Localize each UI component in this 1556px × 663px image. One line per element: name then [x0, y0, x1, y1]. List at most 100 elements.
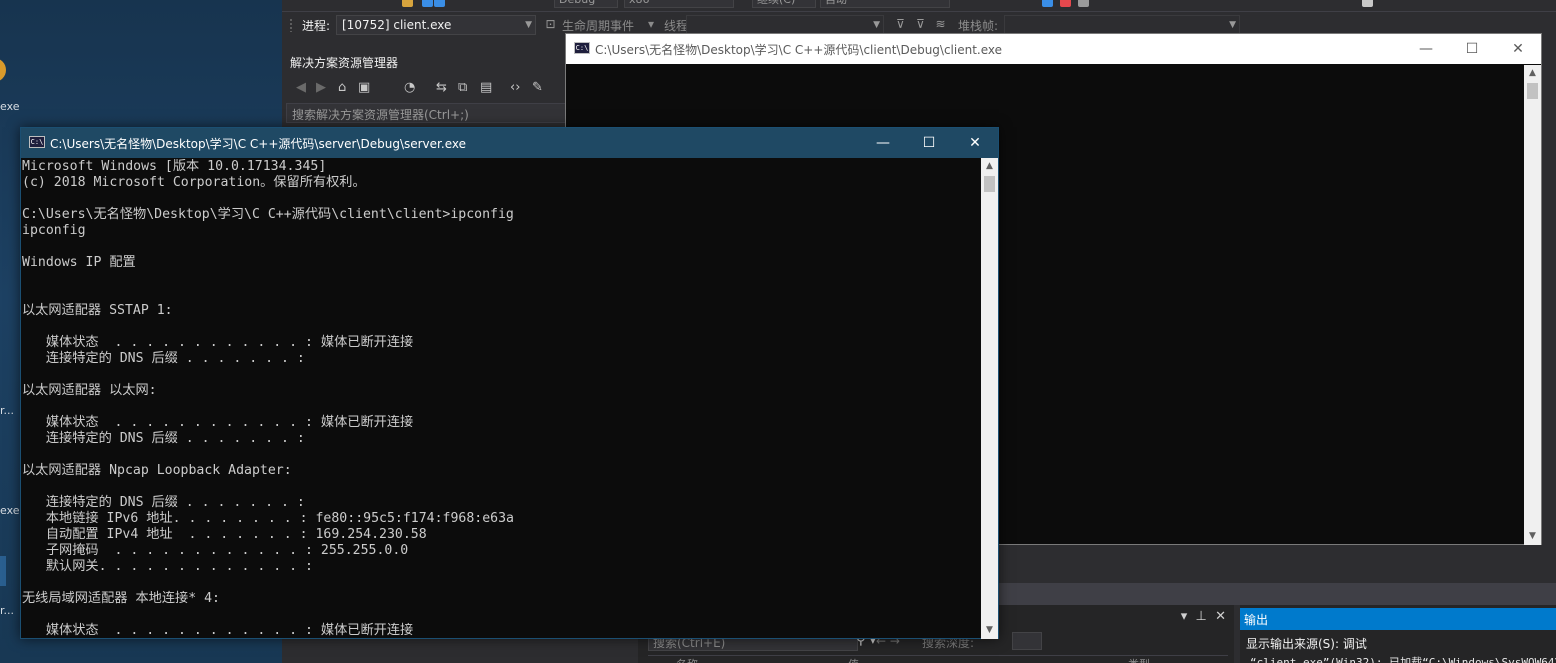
desktop-icon-label[interactable]: exe	[0, 100, 20, 113]
switch-views-icon[interactable]: ▣	[358, 80, 370, 95]
solution-platform-combo[interactable]: x86	[624, 0, 734, 8]
desktop-icon[interactable]	[0, 58, 6, 82]
pending-changes-icon[interactable]: ◔	[404, 80, 415, 95]
desktop-icon-label[interactable]: r...	[0, 404, 14, 417]
process-combo-value: [10752] client.exe	[342, 18, 452, 32]
column-header-type[interactable]: 类型	[1128, 656, 1150, 663]
chevron-down-icon[interactable]: ▾	[1181, 609, 1188, 624]
search-depth-combo[interactable]	[1012, 632, 1042, 650]
stop-icon[interactable]	[1060, 0, 1071, 7]
console-line: 媒体状态 . . . . . . . . . . . . : 媒体已断开连接	[22, 415, 414, 430]
output-source-selector[interactable]: 显示输出来源(S): 调试	[1246, 635, 1367, 652]
console-output[interactable]: Microsoft Windows [版本 10.0.17134.345] (c)…	[22, 159, 980, 639]
sync-icon[interactable]: ⇆	[436, 80, 447, 95]
console-line: 连接特定的 DNS 后缀 . . . . . . . :	[22, 351, 305, 366]
process-combo[interactable]: [10752] client.exe ▼	[336, 15, 536, 35]
desktop-icon-label[interactable]: r...	[0, 604, 14, 617]
lifecycle-events-button[interactable]: 生命周期事件	[562, 17, 634, 34]
continue-button[interactable]: 继续(C)	[752, 0, 816, 8]
console-line: 子网掩码 . . . . . . . . . . . . : 255.255.0…	[22, 543, 409, 558]
view-code-icon[interactable]: ‹›	[510, 80, 520, 95]
back-icon[interactable]: ◀	[296, 80, 306, 95]
process-label: 进程:	[302, 19, 331, 33]
console-line: 默认网关. . . . . . . . . . . . . :	[22, 559, 313, 574]
server-console-window[interactable]: C:\ C:\Users\无名怪物\Desktop\学习\C C++源代码\se…	[20, 127, 999, 639]
bookmark-icon[interactable]	[1362, 0, 1373, 7]
collapse-all-icon[interactable]: ⧉	[458, 80, 467, 95]
scrollbar-thumb[interactable]	[984, 176, 995, 192]
desktop-icon[interactable]	[0, 556, 6, 586]
scroll-down-icon[interactable]: ▼	[981, 622, 998, 639]
console-line: 连接特定的 DNS 后缀 . . . . . . . :	[22, 431, 305, 446]
chevron-down-icon[interactable]: ▾	[648, 17, 654, 31]
lifecycle-events-icon[interactable]: ⊡	[544, 18, 557, 31]
console-line: Windows IP 配置	[22, 255, 136, 270]
stackframe-combo[interactable]: ▼	[1004, 15, 1240, 35]
pause-icon[interactable]	[1042, 0, 1053, 7]
auto-combo[interactable]: 自动	[820, 0, 950, 8]
column-header-value[interactable]: 值	[848, 656, 859, 663]
filter-icon[interactable]: ⊽	[894, 18, 907, 31]
console-line: 以太网适配器 Npcap Loopback Adapter:	[22, 463, 292, 478]
pane-buttons: ▾ ⊥ ✕	[1181, 609, 1226, 624]
window-titlebar[interactable]: C:\ C:\Users\无名怪物\Desktop\学习\C C++源代码\cl…	[566, 34, 1541, 64]
scroll-up-icon[interactable]: ▲	[1524, 65, 1541, 82]
scroll-up-icon[interactable]: ▲	[981, 158, 998, 175]
filter-toggle-icon[interactable]: ⊽	[914, 18, 927, 31]
console-line: 媒体状态 . . . . . . . . . . . . : 媒体已断开连接	[22, 335, 414, 350]
close-button[interactable]: ✕	[1495, 34, 1541, 64]
solution-config-combo[interactable]: Debug	[554, 0, 618, 8]
scroll-down-icon[interactable]: ▼	[1524, 528, 1541, 545]
vs-standard-toolbar: Debug x86 继续(C) 自动	[282, 0, 1556, 12]
pin-icon[interactable]: ⊥	[1196, 609, 1207, 624]
output-pane: 输出 显示输出来源(S): 调试 “client.exe”(Win32): 已加…	[1240, 605, 1556, 663]
vertical-scrollbar[interactable]: ▲ ▼	[1524, 65, 1541, 545]
solution-explorer-toolbar: ◀ ▶ ⌂ ▣ ◔ ⇆ ⧉ ▤ ‹› ✎	[286, 74, 566, 102]
show-all-files-icon[interactable]: ▤	[480, 80, 492, 95]
window-titlebar[interactable]: C:\ C:\Users\无名怪物\Desktop\学习\C C++源代码\se…	[21, 128, 998, 158]
output-line: “client.exe”(Win32): 已加载“C:\Windows\SysW…	[1250, 656, 1556, 663]
solution-explorer-title[interactable]: 解决方案资源管理器	[286, 52, 566, 72]
desktop-icon-label[interactable]: exe	[0, 504, 20, 517]
home-icon[interactable]: ⌂	[338, 80, 346, 95]
forward-icon[interactable]: ▶	[316, 80, 326, 95]
flag-threads-icon[interactable]: ≋	[934, 18, 947, 31]
vertical-scrollbar[interactable]: ▲ ▼	[981, 158, 998, 639]
minimize-button[interactable]: —	[860, 128, 906, 158]
close-icon[interactable]: ✕	[1215, 609, 1226, 624]
console-line: 自动配置 IPv4 地址 . . . . . . . : 169.254.230…	[22, 527, 427, 542]
close-button[interactable]: ✕	[952, 128, 998, 158]
column-header-name[interactable]: 名称	[676, 656, 698, 663]
solution-explorer-search-input[interactable]: 搜索解决方案资源管理器(Ctrl+;)	[286, 103, 566, 123]
stackframe-label: 堆栈帧:	[958, 19, 999, 33]
toolbar-grip[interactable]	[289, 18, 293, 32]
chevron-down-icon: ▼	[1229, 20, 1236, 30]
save-all-icon[interactable]	[434, 0, 445, 7]
cmd-icon[interactable]: C:\	[29, 136, 45, 148]
console-line: (c) 2018 Microsoft Corporation。保留所有权利。	[22, 175, 366, 190]
restart-icon[interactable]	[1078, 0, 1089, 7]
maximize-button[interactable]: ☐	[1449, 34, 1495, 64]
console-line: C:\Users\无名怪物\Desktop\学习\C C++源代码\client…	[22, 207, 514, 222]
chevron-down-icon: ▼	[873, 20, 880, 30]
maximize-button[interactable]: ☐	[906, 128, 952, 158]
output-pane-title[interactable]: 输出	[1240, 608, 1556, 630]
properties-wrench-icon[interactable]: ✎	[532, 80, 543, 95]
save-icon[interactable]	[422, 0, 433, 7]
minimize-button[interactable]: —	[1403, 34, 1449, 64]
scrollbar-thumb[interactable]	[1527, 83, 1538, 99]
cmd-icon[interactable]: C:\	[574, 42, 590, 54]
thread-combo[interactable]: ▼	[686, 15, 884, 35]
window-title: C:\Users\无名怪物\Desktop\学习\C C++源代码\server…	[50, 137, 466, 151]
open-folder-icon[interactable]	[402, 0, 413, 7]
console-line: 以太网适配器 以太网:	[22, 383, 157, 398]
